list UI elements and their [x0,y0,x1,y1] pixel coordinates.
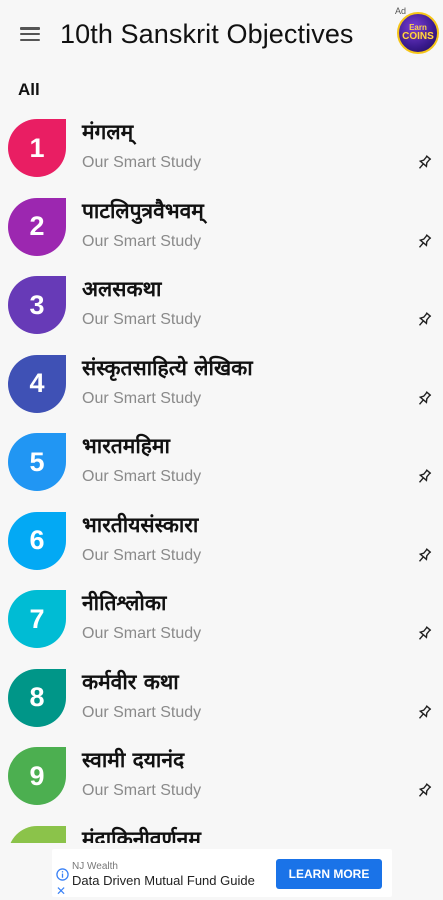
pin-icon[interactable] [415,233,433,251]
pin-icon[interactable] [415,154,433,172]
ad-headline: Data Driven Mutual Fund Guide [72,873,255,888]
pin-icon[interactable] [415,704,433,722]
pin-icon[interactable] [415,390,433,408]
chapter-row[interactable]: 5 भारतमहिमा Our Smart Study [0,426,443,505]
ad-label: Ad [395,6,407,16]
chapter-number-badge: 8 [8,668,66,727]
section-label: All [18,80,40,99]
chapter-row[interactable]: 2 पाटलिपुत्रवैभवम् Our Smart Study [0,191,443,270]
pin-icon[interactable] [415,782,433,800]
app-bar: 10th Sanskrit Objectives Ad Earn COINS [0,0,443,68]
ad-sponsor: NJ Wealth [72,861,118,872]
coins-badge-line2: COINS [402,31,434,42]
pin-icon[interactable] [415,625,433,643]
close-icon[interactable]: ✕ [56,885,66,897]
chapter-number-badge: 6 [8,511,66,570]
chapter-subtitle: Our Smart Study [82,311,202,328]
chapter-subtitle: Our Smart Study [82,546,202,564]
pin-icon[interactable] [415,547,433,565]
chapter-subtitle: Our Smart Study [82,389,202,407]
chapter-subtitle: Our Smart Study [82,703,202,721]
pin-icon[interactable] [415,311,433,329]
chapter-row[interactable]: 4 संस्कृतसाहित्ये लेखिका Our Smart Study [0,348,443,427]
chapter-row[interactable]: 7 नीतिश्लोका Our Smart Study [0,583,443,662]
pin-icon[interactable] [415,468,433,486]
chapter-title: पाटलिपुत्रवैभवम् [82,198,204,223]
coins-icon: Earn COINS [397,12,439,54]
chapter-subtitle: Our Smart Study [82,154,202,171]
hamburger-menu-icon [20,27,40,41]
chapter-number-badge: 3 [8,276,66,334]
chapter-row[interactable]: 9 स्वामी दयानंद Our Smart Study [0,740,443,819]
chapter-number-badge: 9 [8,747,66,805]
page-title: 10th Sanskrit Objectives [60,18,354,49]
learn-more-button[interactable]: LEARN MORE [276,859,382,889]
chapter-number-badge: 4 [8,354,66,413]
earn-coins-ad-button[interactable]: Ad Earn COINS [395,6,441,60]
chapter-subtitle: Our Smart Study [82,625,202,642]
chapter-title: कर्मवीर कथा [82,669,179,694]
chapter-title: संस्कृतसाहित्ये लेखिका [82,355,253,380]
chapter-number-badge: 2 [8,197,66,256]
chapter-subtitle: Our Smart Study [82,782,202,799]
chapter-title: भारतमहिमा [82,434,170,458]
chapter-row[interactable]: 1 मंगलम् Our Smart Study [0,112,443,191]
chapter-title: अलसकथा [82,277,162,301]
chapter-row[interactable]: 3 अलसकथा Our Smart Study [0,269,443,348]
chapter-number-badge: 7 [8,590,66,648]
chapter-row[interactable]: 8 कर्मवीर कथा Our Smart Study [0,662,443,741]
chapter-title: मंगलम् [82,120,134,144]
chapter-row[interactable]: 6 भारतीयसंस्कारा Our Smart Study [0,505,443,584]
chapter-subtitle: Our Smart Study [82,468,202,485]
chapter-number-badge: 1 [8,119,66,177]
chapter-number-badge: 5 [8,433,66,491]
menu-button[interactable] [0,0,60,68]
chapter-subtitle: Our Smart Study [82,232,202,250]
chapter-list: 1 मंगलम् Our Smart Study 2 पाटलिपुत्रवैभवम् O… [0,112,443,897]
banner-ad: ✕ NJ Wealth Data Driven Mutual Fund Guid… [0,843,443,900]
chapter-title: नीतिश्लोका [82,591,167,615]
info-icon[interactable] [56,868,69,881]
chapter-title: स्वामी दयानंद [82,748,185,772]
chapter-title: भारतीयसंस्कारा [82,512,199,537]
